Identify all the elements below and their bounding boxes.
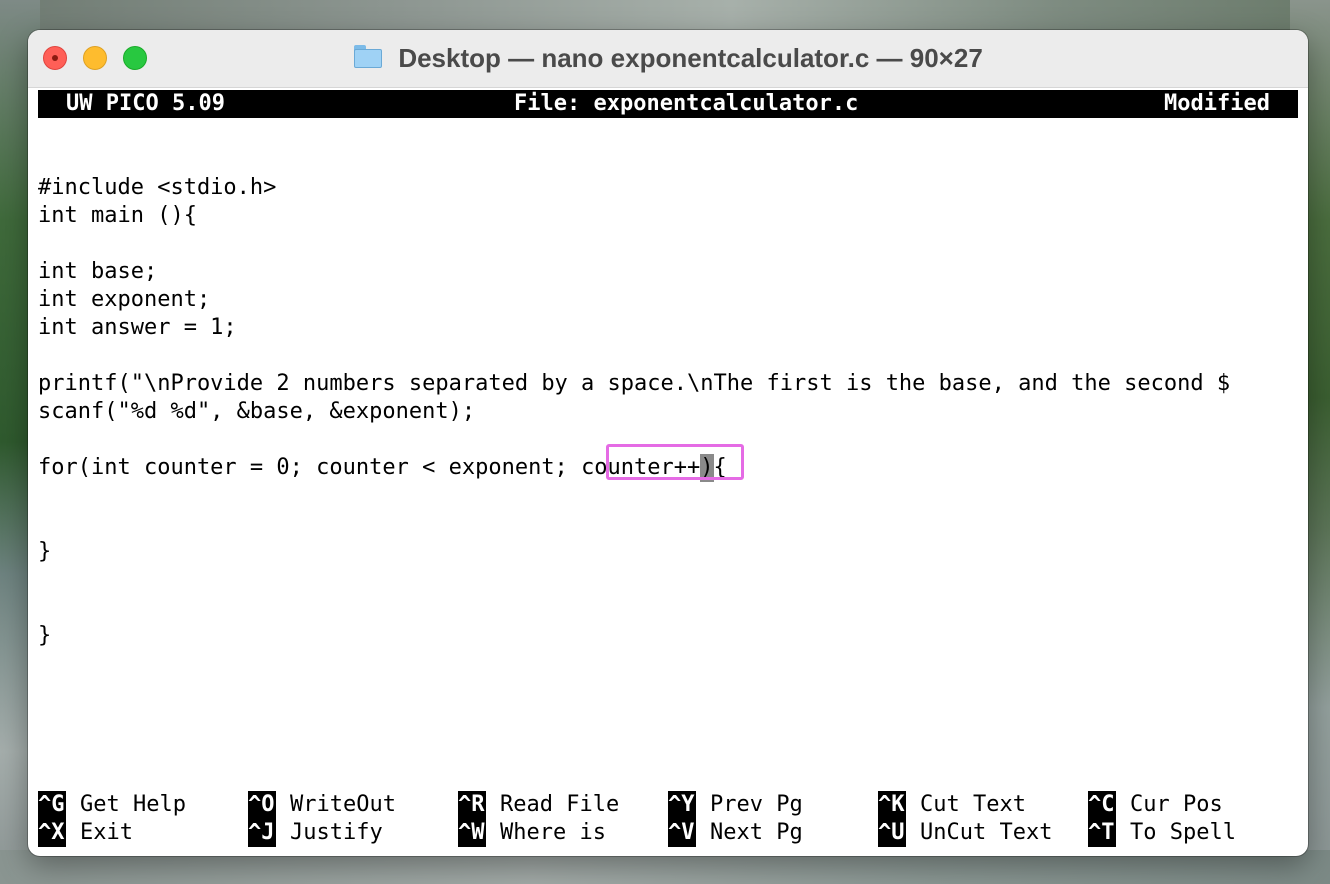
shortcut-label: Get Help [80, 792, 186, 817]
shortcut-label: Cur Pos [1130, 792, 1223, 817]
terminal-content[interactable]: UW PICO 5.09 File: exponentcalculator.c … [38, 90, 1298, 856]
window-title-group: Desktop — nano exponentcalculator.c — 90… [28, 42, 1308, 73]
code-line[interactable]: } [38, 538, 1300, 566]
shortcut-key: ^G [38, 791, 66, 819]
code-editor[interactable]: #include <stdio.h> int main (){ int base… [38, 174, 1300, 650]
shortcut-label: UnCut Text [920, 820, 1053, 845]
shortcut-key: ^T [1088, 819, 1116, 847]
shortcut-to-spell[interactable]: ^T To Spell [1088, 819, 1236, 847]
text-cursor: ) [700, 454, 714, 482]
shortcut-prev-pg[interactable]: ^Y Prev Pg [668, 791, 803, 819]
pico-modified-status: Modified [1164, 91, 1270, 116]
code-line[interactable] [38, 510, 1300, 538]
shortcut-key: ^R [458, 791, 486, 819]
shortcut-label: Prev Pg [710, 792, 803, 817]
folder-icon [353, 44, 383, 68]
code-line[interactable]: } [38, 622, 1300, 650]
code-line[interactable] [38, 566, 1300, 594]
shortcut-next-pg[interactable]: ^V Next Pg [668, 819, 803, 847]
shortcut-label: WriteOut [290, 792, 396, 817]
shortcut-label: To Spell [1130, 820, 1236, 845]
code-line[interactable]: int exponent; [38, 286, 1300, 314]
shortcut-writeout[interactable]: ^O WriteOut [248, 791, 396, 819]
shortcut-exit[interactable]: ^X Exit [38, 819, 133, 847]
shortcut-key: ^U [878, 819, 906, 847]
code-line[interactable] [38, 426, 1300, 454]
code-line-for[interactable]: for(int counter = 0; counter < exponent;… [38, 444, 1300, 482]
shortcut-label: Where is [500, 820, 606, 845]
code-line[interactable]: printf("\nProvide 2 numbers separated by… [38, 370, 1300, 398]
for-loop-brace: { [713, 455, 727, 480]
code-line[interactable] [38, 482, 1300, 510]
shortcut-cur-pos[interactable]: ^C Cur Pos [1088, 791, 1223, 819]
shortcut-label: Justify [290, 820, 383, 845]
shortcut-read-file[interactable]: ^R Read File [458, 791, 619, 819]
code-line[interactable] [38, 594, 1300, 622]
code-line[interactable]: int main (){ [38, 202, 1300, 230]
code-line[interactable]: int base; [38, 258, 1300, 286]
shortcut-key: ^Y [668, 791, 696, 819]
shortcut-where-is[interactable]: ^W Where is [458, 819, 606, 847]
shortcut-key: ^C [1088, 791, 1116, 819]
shortcut-bar: ^G Get Help ^O WriteOut ^R Read File ^Y Prev… [38, 791, 1298, 847]
for-loop-head: for(int counter = 0; counter < exponent; [38, 455, 582, 480]
shortcut-cut-text[interactable]: ^K Cut Text [878, 791, 1026, 819]
for-loop-increment: counter++ [581, 455, 701, 480]
code-line[interactable] [38, 230, 1300, 258]
pico-file-name: File: exponentcalculator.c [514, 91, 859, 116]
title-bar[interactable]: Desktop — nano exponentcalculator.c — 90… [28, 30, 1308, 88]
code-line[interactable]: #include <stdio.h> [38, 174, 1300, 202]
pico-header-bar: UW PICO 5.09 File: exponentcalculator.c … [38, 90, 1298, 118]
shortcut-label: Read File [500, 792, 620, 817]
shortcut-key: ^X [38, 819, 66, 847]
code-line[interactable] [38, 342, 1300, 370]
window-title: Desktop — nano exponentcalculator.c — 90… [398, 42, 983, 73]
shortcut-key: ^K [878, 791, 906, 819]
shortcut-key: ^V [668, 819, 696, 847]
shortcut-key: ^O [248, 791, 276, 819]
shortcut-key: ^J [248, 819, 276, 847]
terminal-window: Desktop — nano exponentcalculator.c — 90… [28, 30, 1308, 856]
shortcut-label: Cut Text [920, 792, 1026, 817]
code-line[interactable]: scanf("%d %d", &base, &exponent); [38, 398, 1300, 426]
shortcut-label: Exit [80, 820, 133, 845]
shortcut-uncut-text[interactable]: ^U UnCut Text [878, 819, 1052, 847]
shortcut-justify[interactable]: ^J Justify [248, 819, 383, 847]
pico-version: UW PICO 5.09 [66, 91, 225, 116]
shortcut-label: Next Pg [710, 820, 803, 845]
code-line[interactable]: int answer = 1; [38, 314, 1300, 342]
shortcut-key: ^W [458, 819, 486, 847]
shortcut-get-help[interactable]: ^G Get Help [38, 791, 186, 819]
